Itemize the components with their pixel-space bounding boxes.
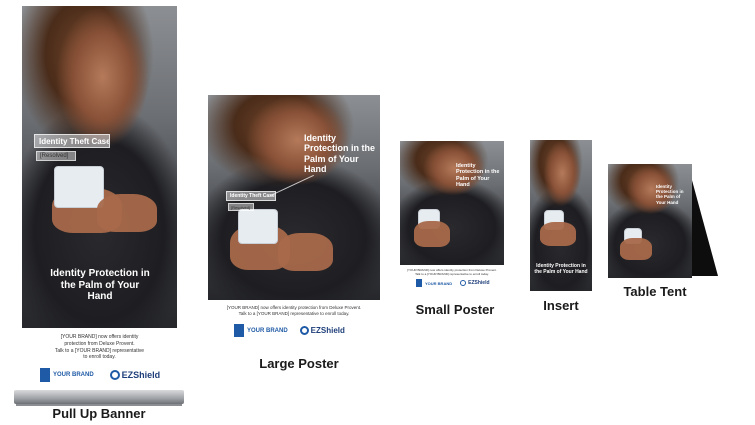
banner-copy-line1: [YOUR BRAND] now offers identity — [60, 334, 139, 340]
banner-headline: Identity Protection in the Palm of Your … — [50, 268, 150, 302]
small-poster-brand-logo: YOUR BRAND — [416, 279, 452, 287]
large-poster-tag-title: Identity Theft Case — [226, 191, 276, 201]
small-poster-ezshield-logo: EZShield — [460, 280, 490, 286]
banner-tag-title: Identity Theft Case — [34, 134, 110, 148]
small-poster-copy: [YOUR BRAND] now offers identity protect… — [404, 268, 500, 276]
insert-photo: Identity Protection in the Palm of Your … — [530, 140, 592, 291]
pull-up-banner: Identity Theft Case [Resolved] Identity … — [14, 6, 184, 406]
small-poster-hand — [414, 221, 450, 247]
ezshield-logo-icon — [299, 326, 309, 335]
small-poster-headline: Identity Protection in the Palm of Your … — [456, 163, 500, 188]
large-poster-callout-line — [270, 174, 314, 197]
large-poster-hand-right — [278, 233, 333, 271]
table-tent-photo: Identity Protection in the Palm of Your … — [608, 164, 692, 278]
ezshield-logo-icon — [109, 370, 120, 380]
banner-copy-line4: to enroll today. — [83, 354, 116, 361]
banner-hand-right — [97, 194, 157, 232]
banner-copy-line3: Talk to a [YOUR BRAND] representative — [54, 347, 145, 354]
banner-tag-sub: [Resolved] — [36, 151, 76, 161]
banner-photo: Identity Theft Case [Resolved] Identity … — [22, 6, 177, 328]
large-poster-ezshield-text: EZShield — [310, 326, 345, 335]
banner-bottom-panel: [YOUR BRAND] now offers identity protect… — [22, 328, 177, 390]
banner-phone-icon — [54, 166, 104, 208]
large-poster-copy-line2: Talk to a [YOUR BRAND] representative to… — [238, 311, 350, 317]
large-poster-ezshield-logo: EZShield — [299, 326, 345, 335]
small-poster: Identity Protection in the Palm of Your … — [400, 141, 504, 296]
caption-table-tent: Table Tent — [623, 284, 687, 299]
banner-ezshield-logo: EZShield — [109, 370, 161, 380]
large-poster-copy: [YOUR BRAND] now offers identity protect… — [216, 305, 372, 317]
caption-insert: Insert — [543, 298, 579, 313]
caption-large-poster: Large Poster — [259, 356, 339, 371]
small-poster-photo: Identity Protection in the Palm of Your … — [400, 141, 504, 265]
large-poster: Identity Protection in the Palm of Your … — [208, 95, 380, 347]
table-tent-headline: Identity Protection in the Palm of Your … — [656, 184, 684, 205]
table-tent: Identity Protection in the Palm of Your … — [608, 164, 718, 278]
large-poster-headline: Identity Protection in the Palm of Your … — [304, 133, 376, 175]
insert: Identity Protection in the Palm of Your … — [530, 140, 592, 291]
banner-logo-row: YOUR BRAND EZShield — [40, 368, 160, 382]
large-poster-bottom-panel: [YOUR BRAND] now offers identity protect… — [208, 300, 380, 347]
banner-copy: [YOUR BRAND] now offers identity protect… — [34, 334, 165, 361]
small-poster-brand-text: YOUR BRAND — [425, 280, 453, 286]
small-poster-copy-line2: Talk to a [YOUR BRAND] representative to… — [415, 272, 489, 277]
table-tent-hand — [620, 238, 652, 260]
caption-pull-up-banner: Pull Up Banner — [52, 406, 146, 421]
large-poster-logo-row: YOUR BRAND EZShield — [234, 324, 345, 337]
ezshield-logo-icon — [460, 280, 467, 286]
brand-logo-icon — [40, 368, 50, 382]
small-poster-ezshield-text: EZShield — [468, 280, 490, 286]
large-poster-brand-logo: YOUR BRAND — [234, 324, 288, 337]
banner-brand-text: YOUR BRAND — [53, 372, 94, 378]
insert-hand — [540, 222, 576, 246]
brand-logo-icon — [234, 324, 244, 337]
brand-logo-icon — [416, 279, 422, 287]
large-poster-phone-icon — [238, 209, 278, 244]
small-poster-bottom-panel: [YOUR BRAND] now offers identity protect… — [400, 265, 504, 296]
banner-copy-line2: protection from Deluxe Provent. — [64, 340, 135, 347]
large-poster-brand-text: YOUR BRAND — [247, 327, 288, 334]
small-poster-logo-row: YOUR BRAND EZShield — [416, 279, 490, 287]
banner-brand-logo: YOUR BRAND — [40, 368, 94, 382]
banner-stand-base — [14, 390, 184, 404]
large-poster-photo: Identity Protection in the Palm of Your … — [208, 95, 380, 300]
insert-headline: Identity Protection in the Palm of Your … — [534, 263, 588, 275]
banner-ezshield-text: EZShield — [121, 370, 161, 380]
caption-small-poster: Small Poster — [415, 302, 495, 317]
large-poster-tag-sub: [Resolved] — [228, 203, 254, 211]
